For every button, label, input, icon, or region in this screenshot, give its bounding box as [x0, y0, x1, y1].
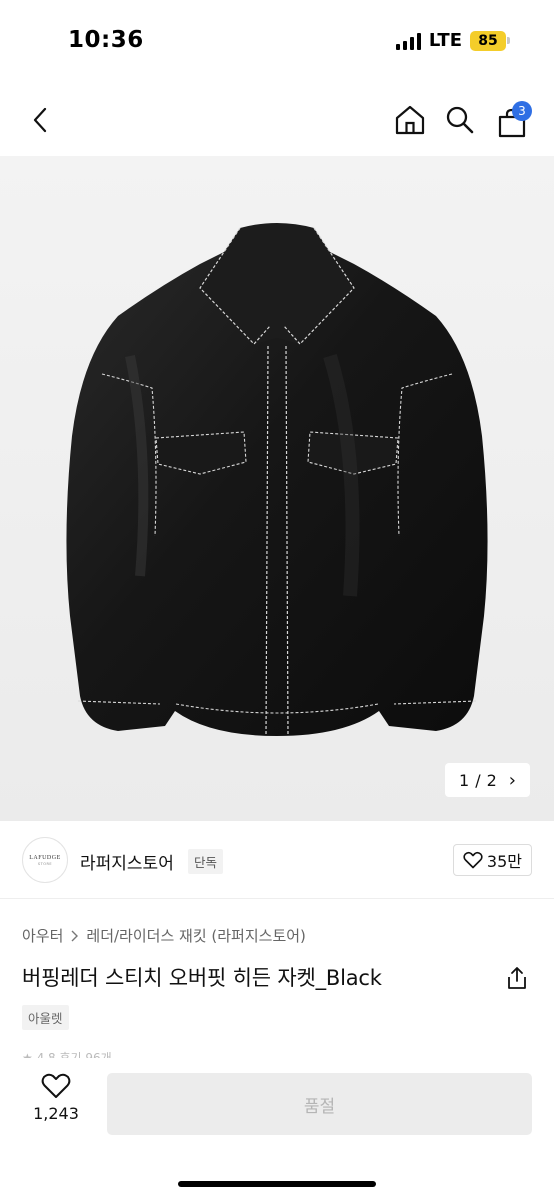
battery-icon: 85	[470, 30, 510, 51]
heart-icon	[41, 1073, 71, 1098]
gallery-pager[interactable]: 1 / 2 ›	[445, 763, 530, 797]
home-button[interactable]	[388, 84, 432, 156]
sold-out-button[interactable]: 품절	[107, 1073, 532, 1135]
status-bar: 10:36 LTE 85	[0, 0, 554, 84]
brand-logo-subtext: STORE	[37, 861, 53, 866]
status-time: 10:36	[68, 27, 144, 53]
wishlist-button[interactable]: 1,243	[22, 1072, 90, 1136]
search-icon	[446, 106, 474, 134]
heart-icon	[463, 851, 483, 869]
leather-jacket-image	[66, 223, 488, 737]
chevron-left-icon	[33, 107, 47, 133]
brand-name-link[interactable]: 라퍼지스토어	[80, 849, 174, 874]
wishlist-count: 1,243	[33, 1104, 79, 1123]
brand-like-button[interactable]: 35만	[452, 844, 532, 876]
search-button[interactable]	[438, 84, 482, 156]
breadcrumb-category[interactable]: 아우터	[22, 925, 63, 946]
chevron-right-icon: ›	[508, 769, 516, 791]
gallery-separator: /	[475, 770, 481, 790]
cart-count-badge: 3	[512, 101, 532, 121]
gallery-current: 1	[459, 770, 470, 790]
outlet-tag: 아울렛	[22, 1005, 69, 1030]
brand-logo-text: LAFUDGE	[29, 854, 61, 861]
share-icon	[508, 967, 526, 989]
back-button[interactable]	[18, 84, 62, 156]
signal-strength-icon	[395, 32, 421, 50]
top-navigation: 3	[0, 84, 554, 156]
breadcrumb-subcategory[interactable]: 레더/라이더스 재킷 (라퍼지스토어)	[86, 925, 306, 946]
rating-summary: ★ 4.8 후기 96개	[22, 1051, 112, 1058]
exclusive-badge: 단독	[188, 849, 224, 874]
brand-like-count: 35만	[486, 852, 522, 871]
share-button[interactable]	[504, 964, 530, 992]
brand-row: LAFUDGE STORE 라퍼지스토어 단독 35만	[0, 821, 554, 899]
home-indicator	[178, 1181, 376, 1187]
brand-logo[interactable]: LAFUDGE STORE	[22, 837, 68, 883]
gallery-total: 2	[486, 770, 497, 790]
status-indicators: LTE 85	[395, 30, 510, 51]
breadcrumb: 아우터 레더/라이더스 재킷 (라퍼지스토어)	[22, 925, 306, 946]
product-image-gallery[interactable]: 1 / 2 ›	[0, 156, 554, 821]
cart-button[interactable]: 3	[490, 84, 534, 156]
product-title: 버핑레더 스티치 오버핏 히든 자켓_Black	[22, 966, 382, 990]
network-type: LTE	[428, 30, 462, 51]
chevron-right-icon	[71, 930, 79, 941]
battery-level: 85	[470, 30, 506, 51]
home-icon	[395, 105, 425, 135]
bottom-action-bar: 1,243 품절	[0, 1058, 554, 1200]
